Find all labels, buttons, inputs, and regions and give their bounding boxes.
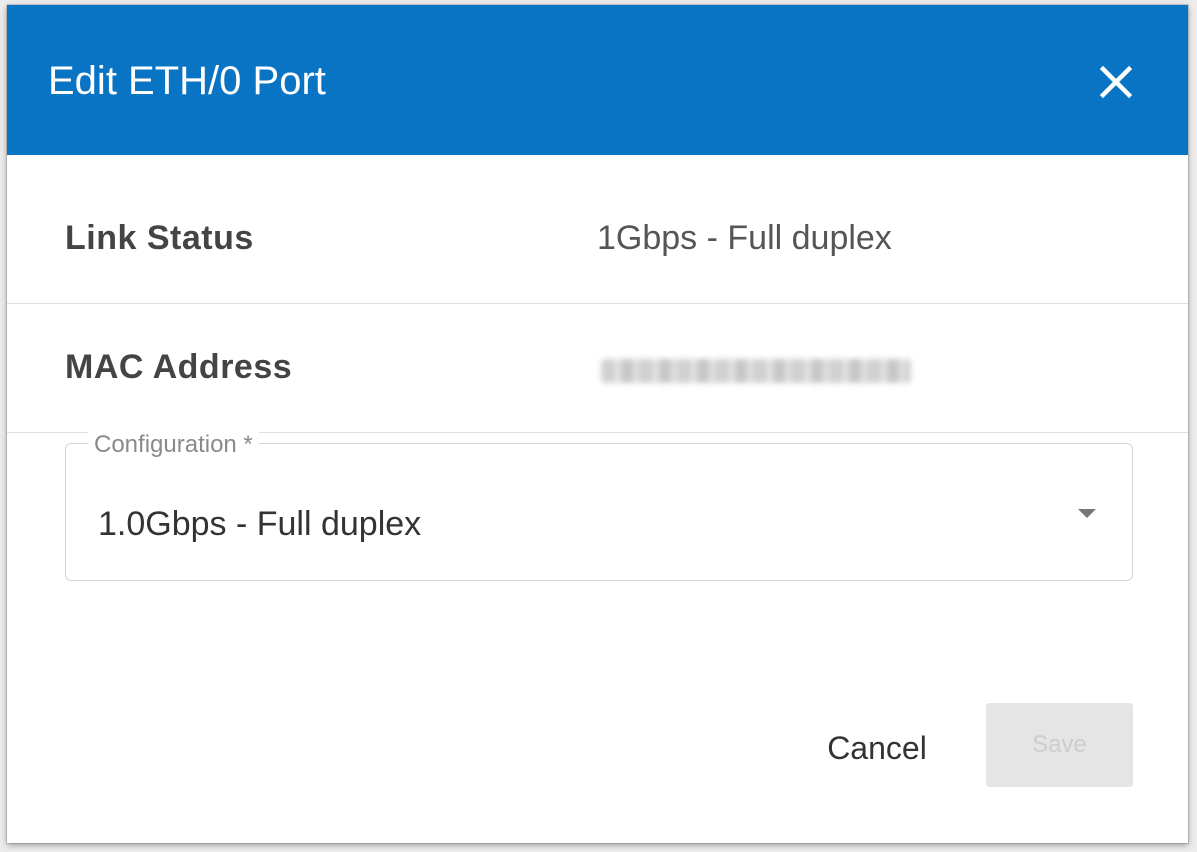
configuration-label: Configuration *	[88, 432, 259, 458]
dropdown-arrow-icon	[1078, 509, 1096, 518]
close-button[interactable]	[1094, 60, 1138, 104]
link-status-row: Link Status 1Gbps - Full duplex	[7, 175, 1188, 304]
mac-address-row: MAC Address	[7, 304, 1188, 433]
configuration-selected-value: 1.0Gbps - Full duplex	[98, 505, 422, 543]
dialog-header: Edit ETH/0 Port	[7, 5, 1188, 155]
configuration-select[interactable]: Configuration * 1.0Gbps - Full duplex	[65, 432, 1133, 581]
cancel-button[interactable]: Cancel	[807, 710, 947, 786]
save-button[interactable]: Save	[986, 703, 1133, 787]
link-status-value: 1Gbps - Full duplex	[597, 219, 892, 257]
link-status-label: Link Status	[65, 219, 254, 257]
mac-address-value-redacted	[601, 359, 911, 383]
edit-port-dialog: Edit ETH/0 Port Link Status 1Gbps - Full…	[7, 5, 1188, 843]
dialog-title: Edit ETH/0 Port	[48, 59, 326, 103]
close-icon	[1099, 65, 1133, 99]
mac-address-label: MAC Address	[65, 348, 293, 386]
